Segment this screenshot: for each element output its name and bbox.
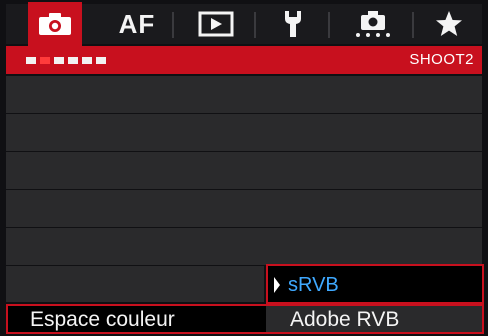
menu-item-label: Espace couleur bbox=[30, 308, 175, 331]
menu-row bbox=[6, 190, 482, 227]
tab-playback[interactable] bbox=[186, 4, 246, 44]
tab-custom-functions[interactable] bbox=[340, 4, 406, 44]
page-indicator-dot bbox=[68, 57, 78, 64]
custom-function-icon bbox=[356, 11, 390, 37]
tab-bar: AF bbox=[6, 2, 482, 46]
menu-list bbox=[6, 76, 482, 266]
page-indicator-dot bbox=[54, 57, 64, 64]
submenu-bar: SHOOT2 bbox=[6, 46, 482, 74]
page-label: SHOOT2 bbox=[409, 51, 474, 68]
option-srvb[interactable]: sRVB bbox=[266, 264, 484, 304]
play-icon bbox=[198, 11, 234, 37]
option-srvb-label: sRVB bbox=[288, 274, 339, 296]
tab-divider bbox=[172, 12, 174, 38]
tab-shooting[interactable] bbox=[28, 2, 82, 46]
star-icon bbox=[436, 11, 462, 36]
menu-row bbox=[6, 228, 482, 265]
menu-row bbox=[6, 76, 482, 113]
tab-af-label: AF bbox=[118, 8, 156, 39]
tab-divider bbox=[328, 12, 330, 38]
tab-divider bbox=[254, 12, 256, 38]
tab-af[interactable]: AF bbox=[106, 4, 168, 44]
page-indicator-dot-current bbox=[40, 57, 50, 64]
tab-my-menu[interactable] bbox=[422, 4, 476, 44]
camera-icon bbox=[39, 13, 71, 35]
menu-row bbox=[6, 152, 482, 189]
selection-caret-icon bbox=[274, 277, 280, 293]
tab-divider bbox=[412, 12, 414, 38]
menu-row bbox=[6, 114, 482, 151]
option-adobe-rvb[interactable]: Adobe RVB bbox=[290, 308, 399, 332]
tab-setup[interactable] bbox=[268, 4, 318, 44]
page-indicator-dot bbox=[82, 57, 92, 64]
menu-row bbox=[6, 266, 264, 302]
page-indicator-dot bbox=[26, 57, 36, 64]
camera-menu-screen: AF SHOOT2 sRVB Espace couleur Adobe RVB bbox=[0, 0, 488, 336]
wrench-icon bbox=[285, 11, 301, 37]
page-indicator-dot bbox=[96, 57, 106, 64]
menu-item-color-space[interactable]: Espace couleur Adobe RVB bbox=[6, 304, 484, 334]
